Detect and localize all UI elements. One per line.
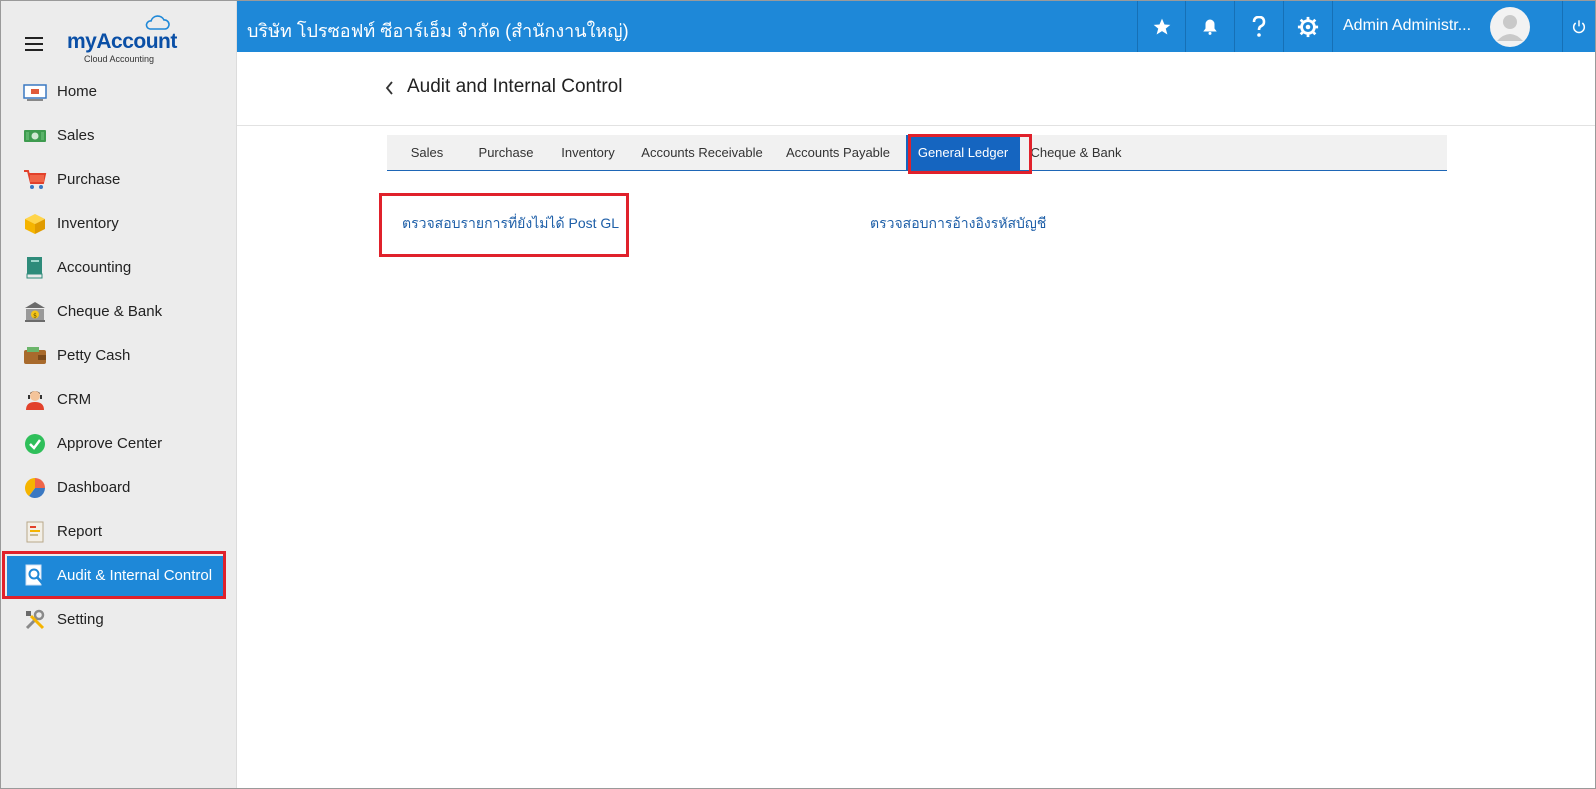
sidebar-item-label: Inventory bbox=[57, 215, 119, 232]
sidebar-item-audit-internal-control[interactable]: Audit & Internal Control bbox=[7, 556, 225, 596]
bank-icon: $ bbox=[25, 302, 45, 322]
tab-inventory[interactable]: Inventory bbox=[545, 135, 631, 170]
user-menu[interactable]: Admin Administr... bbox=[1332, 1, 1562, 52]
sales-icon bbox=[24, 130, 46, 142]
avatar[interactable] bbox=[1490, 7, 1530, 47]
sidebar-item-label: Approve Center bbox=[57, 435, 163, 452]
link-check-account-reference[interactable]: ตรวจสอบการอ้างอิงรหัสบัญชี bbox=[870, 213, 1046, 235]
logo-subtitle: Cloud Accounting bbox=[84, 54, 155, 64]
logo-account: Account bbox=[96, 30, 177, 53]
power-icon bbox=[1573, 19, 1585, 33]
tab-sales[interactable]: Sales bbox=[387, 135, 467, 170]
sidebar-item-setting[interactable]: Setting bbox=[7, 600, 225, 640]
sidebar-item-label: Setting bbox=[57, 611, 104, 628]
sidebar-item-dashboard[interactable]: Dashboard bbox=[7, 468, 225, 508]
settings-button[interactable] bbox=[1283, 1, 1331, 52]
sidebar-item-label: Purchase bbox=[57, 171, 121, 188]
sidebar-item-label: Cheque & Bank bbox=[57, 303, 163, 320]
sidebar-item-label: Accounting bbox=[57, 259, 132, 276]
company-name: บริษัท โปรซอฟท์ ซีอาร์เอ็ม จำกัด (สำนักง… bbox=[247, 21, 629, 41]
pie-icon bbox=[25, 478, 45, 498]
logo-my: my bbox=[67, 30, 97, 53]
favorites-button[interactable] bbox=[1137, 1, 1185, 52]
sidebar-item-accounting[interactable]: Accounting bbox=[7, 248, 225, 288]
tab-purchase[interactable]: Purchase bbox=[467, 135, 545, 170]
tab-accounts-payable[interactable]: Accounts Payable bbox=[773, 135, 903, 170]
box-icon bbox=[25, 214, 45, 234]
page-title: Audit and Internal Control bbox=[407, 76, 623, 97]
tab-cheque-bank[interactable]: Cheque & Bank bbox=[1021, 135, 1131, 170]
page-header: Audit and Internal Control bbox=[237, 52, 1595, 126]
sidebar-item-label: CRM bbox=[57, 391, 92, 408]
top-bar: บริษัท โปรซอฟท์ ซีอาร์เอ็ม จำกัด (สำนักง… bbox=[237, 1, 1595, 52]
report-icon bbox=[26, 521, 44, 543]
sidebar-item-label: Home bbox=[57, 83, 98, 100]
sidebar-item-label: Sales bbox=[57, 127, 95, 144]
sidebar-item-home[interactable]: Home bbox=[7, 72, 225, 112]
sidebar-item-label: Dashboard bbox=[57, 479, 131, 496]
sidebar: myAccount Cloud Accounting Home Sales Pu… bbox=[1, 1, 237, 788]
help-icon bbox=[1252, 15, 1265, 37]
sidebar-item-inventory[interactable]: Inventory bbox=[7, 204, 225, 244]
person-icon bbox=[26, 391, 44, 410]
cloud-logo-icon bbox=[145, 15, 170, 30]
svg-text:$: $ bbox=[33, 313, 37, 320]
hamburger-menu-icon[interactable] bbox=[25, 37, 43, 51]
cart-icon bbox=[24, 170, 47, 189]
check-icon bbox=[25, 434, 45, 454]
sidebar-item-label: Petty Cash bbox=[57, 347, 131, 364]
logo-title: myAccount bbox=[67, 30, 177, 54]
notifications-button[interactable] bbox=[1185, 1, 1233, 52]
main-content: Audit and Internal Control Sales Purchas… bbox=[237, 52, 1595, 788]
gear-icon bbox=[1297, 16, 1318, 37]
logo[interactable]: myAccount Cloud Accounting bbox=[67, 15, 187, 65]
sidebar-item-cheque-bank[interactable]: $ Cheque & Bank bbox=[7, 292, 225, 332]
sidebar-item-purchase[interactable]: Purchase bbox=[7, 160, 225, 200]
sidebar-item-crm[interactable]: CRM bbox=[7, 380, 225, 420]
user-name: Admin Administr... bbox=[1343, 17, 1472, 34]
help-button[interactable] bbox=[1234, 1, 1282, 52]
logout-button[interactable] bbox=[1562, 1, 1595, 52]
sidebar-item-report[interactable]: Report bbox=[7, 512, 225, 552]
brand: myAccount Cloud Accounting bbox=[1, 1, 237, 67]
book-icon bbox=[26, 257, 43, 279]
tab-accounts-receivable[interactable]: Accounts Receivable bbox=[631, 135, 773, 170]
star-icon bbox=[1153, 18, 1170, 34]
tab-general-ledger[interactable]: General Ledger bbox=[906, 135, 1020, 170]
wallet-icon bbox=[24, 347, 46, 364]
bell-icon bbox=[1202, 19, 1217, 35]
link-check-unposted-gl[interactable]: ตรวจสอบรายการที่ยังไม่ได้ Post GL bbox=[402, 213, 619, 235]
sidebar-item-petty-cash[interactable]: Petty Cash bbox=[7, 336, 225, 376]
sidebar-item-label: Audit & Internal Control bbox=[57, 567, 213, 584]
tools-icon bbox=[25, 609, 45, 630]
sidebar-item-approve-center[interactable]: Approve Center bbox=[7, 424, 225, 464]
audit-icon bbox=[25, 564, 44, 586]
sidebar-item-label: Report bbox=[57, 523, 103, 540]
sidebar-item-sales[interactable]: Sales bbox=[7, 116, 225, 156]
back-chevron-icon[interactable] bbox=[384, 80, 396, 96]
tab-bar: Sales Purchase Inventory Accounts Receiv… bbox=[387, 135, 1447, 171]
home-icon bbox=[23, 84, 47, 101]
